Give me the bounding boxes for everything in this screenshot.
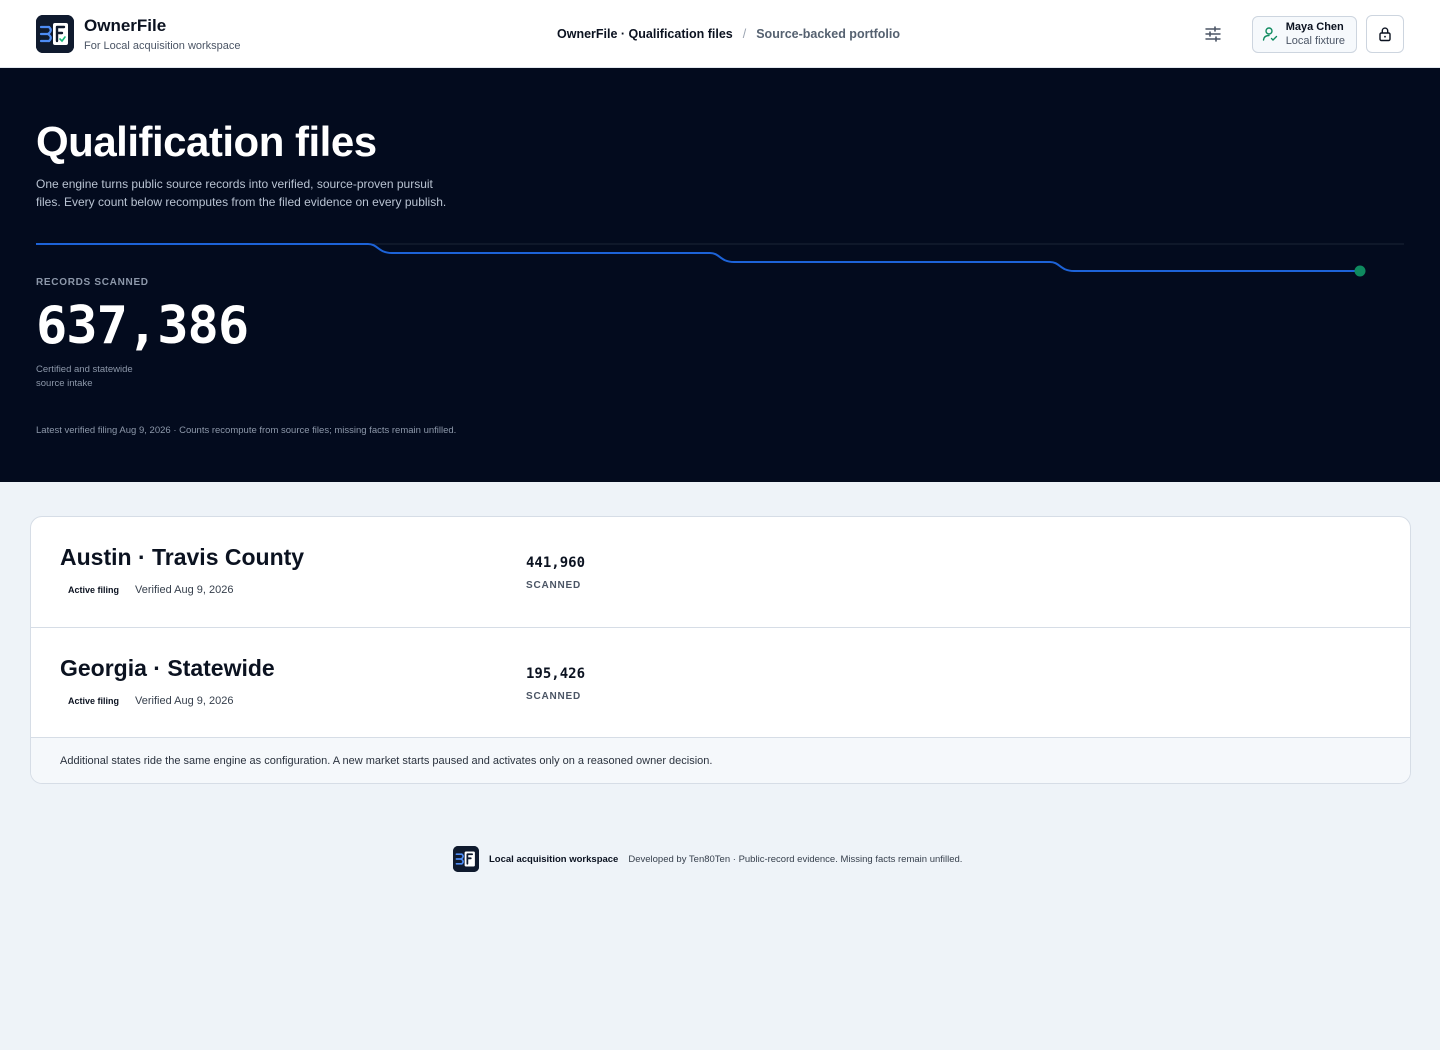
hero-section: Qualification files One engine turns pub… (0, 68, 1440, 482)
hero-footnote: Latest verified filing Aug 9, 2026 · Cou… (36, 425, 457, 436)
hero-intro: One engine turns public source records i… (36, 177, 447, 209)
market-title: Austin · Travis County (60, 544, 305, 570)
breadcrumb-separator: / (742, 27, 747, 41)
breadcrumb-section[interactable]: Source-backed portfolio (756, 27, 900, 41)
ownerfile-logo-icon (36, 14, 74, 53)
status-badge: Active filing (68, 585, 120, 595)
filter-button[interactable] (1195, 16, 1231, 52)
scanned-count: 441,960 (526, 555, 586, 571)
app-name: OwnerFile (84, 15, 167, 35)
user-name: Maya Chen (1285, 21, 1344, 33)
workspace-label: For Local acquisition workspace (84, 39, 241, 52)
metric-label: RECORDS SCANNED (36, 277, 149, 288)
brand[interactable]: OwnerFile For Local acquisition workspac… (36, 14, 241, 53)
verified-date: Verified Aug 9, 2026 (135, 695, 234, 707)
market-row-georgia[interactable]: Georgia · Statewide Active filing Verifi… (31, 628, 1410, 738)
scanned-label: SCANNED (526, 580, 582, 591)
user-role: Local fixture (1285, 35, 1345, 47)
status-badge: Active filing (68, 696, 120, 706)
page-footer: Local acquisition workspace Developed by… (453, 846, 962, 872)
user-menu-button[interactable]: Maya Chen Local fixture (1251, 15, 1357, 53)
lock-button[interactable] (1366, 15, 1404, 53)
ownerfile-logo-icon (453, 846, 479, 872)
page-title: Qualification files (36, 118, 377, 165)
breadcrumb: OwnerFile · Qualification files / Source… (557, 0, 900, 68)
lock-icon (1379, 27, 1391, 42)
user-check-icon (1262, 27, 1277, 41)
records-scanned-value: 637,386 (36, 296, 249, 356)
footer-workspace: Local acquisition workspace (489, 853, 619, 865)
card-note: Additional states ride the same engine a… (31, 738, 1410, 783)
top-bar: OwnerFile For Local acquisition workspac… (0, 0, 1440, 68)
scanned-count: 195,426 (526, 666, 586, 682)
market-row-austin[interactable]: Austin · Travis County Active filing Ver… (31, 517, 1410, 628)
breadcrumb-current[interactable]: OwnerFile · Qualification files (557, 27, 733, 41)
metric-note: Certified and statewide source intake (36, 364, 133, 389)
trend-endpoint (1354, 265, 1366, 277)
header-actions: Maya Chen Local fixture (1195, 15, 1404, 53)
sliders-icon (1204, 26, 1221, 42)
markets-card: Austin · Travis County Active filing Ver… (30, 516, 1411, 784)
scanned-label: SCANNED (526, 691, 582, 702)
footer-developer: Developed by Ten80Ten · Public-record ev… (628, 853, 963, 865)
verified-date: Verified Aug 9, 2026 (135, 584, 234, 596)
market-title: Georgia · Statewide (60, 655, 275, 681)
